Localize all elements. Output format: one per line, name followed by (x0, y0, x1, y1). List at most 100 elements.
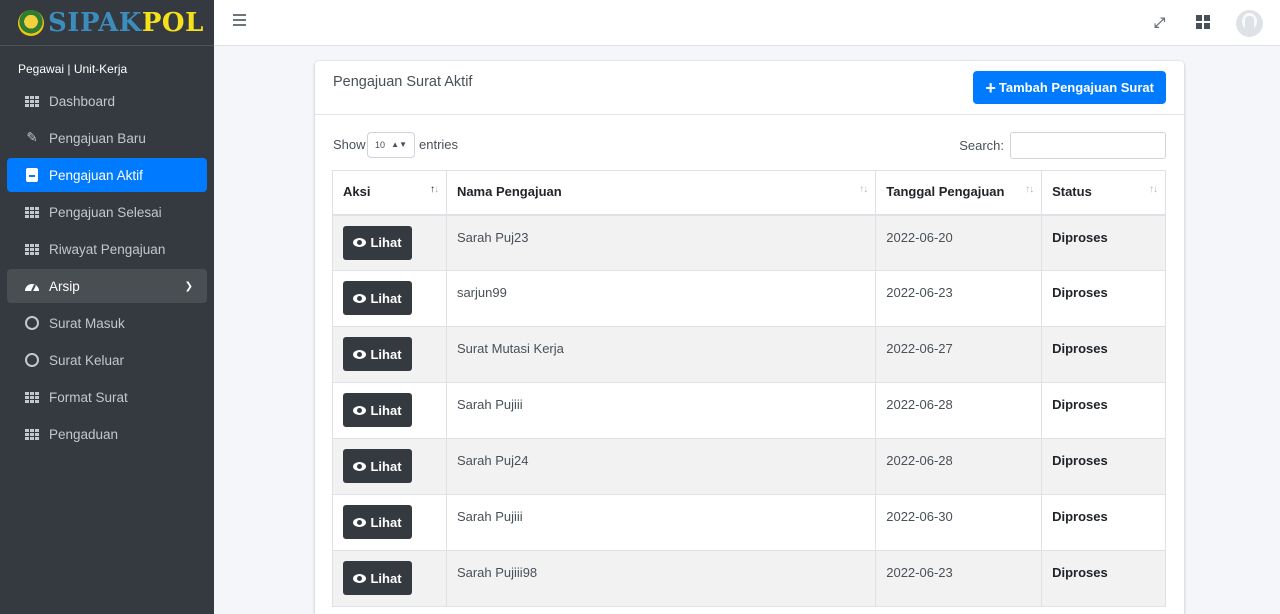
column-header-tanggal[interactable]: Tanggal Pengajuan ↑↓ (875, 170, 1043, 216)
page-title: Pengajuan Surat Aktif (333, 74, 473, 90)
sidebar-item-label: Arsip (49, 278, 80, 294)
sidebar-item-pengajuan-aktif[interactable]: Pengajuan Aktif (7, 158, 207, 192)
sidebar-item-riwayat-pengajuan[interactable]: Riwayat Pengajuan (7, 232, 207, 266)
sort-icon: ↑↓ (1025, 184, 1034, 195)
document-icon (24, 168, 40, 182)
column-header-nama[interactable]: Nama Pengajuan ↑↓ (445, 170, 877, 216)
circle-icon (24, 316, 40, 330)
sidebar-nav: Dashboard ✎ Pengajuan Baru Pengajuan Akt… (7, 84, 207, 454)
view-button-label: Lihat (370, 514, 402, 530)
nama-cell: Sarah Pujiii (445, 494, 877, 551)
action-cell: Lihat (332, 550, 447, 607)
tanggal-cell: 2022-06-23 (875, 550, 1043, 607)
entries-select[interactable]: 10 ▲▼ (367, 132, 415, 158)
search-input[interactable] (1010, 132, 1166, 159)
sidebar-item-label: Dashboard (49, 93, 116, 109)
action-cell: Lihat (332, 382, 447, 439)
action-cell: Lihat (332, 214, 447, 271)
view-button-label: Lihat (370, 290, 402, 306)
table-row: Lihat Sarah Puj23 2022-06-20 Diproses (332, 214, 1166, 271)
tanggal-cell: 2022-06-30 (875, 494, 1043, 551)
sort-icon: ↑↓ (859, 184, 868, 195)
sidebar-item-dashboard[interactable]: Dashboard (7, 84, 207, 118)
chevron-down-icon: ❯ (184, 280, 193, 292)
dashboard-gauge-icon (24, 279, 40, 293)
sidebar-item-format-surat[interactable]: Format Surat (7, 380, 207, 414)
show-label: Show (333, 137, 366, 152)
tanggal-cell: 2022-06-28 (875, 382, 1043, 439)
table-controls: Show 10 ▲▼ entries Search: (333, 132, 1166, 160)
card-header: Pengajuan Surat Aktif + Tambah Pengajuan… (315, 61, 1184, 115)
action-cell: Lihat (332, 494, 447, 551)
table-row: Lihat Surat Mutasi Kerja 2022-06-27 Diprose… (332, 326, 1166, 383)
nama-cell: sarjun99 (445, 270, 877, 327)
brand-logo-icon (18, 9, 44, 36)
brand-link[interactable]: SIPAKPOL (0, 0, 214, 46)
sort-icon: ↑↓ (429, 184, 439, 195)
add-submission-button[interactable]: + Tambah Pengajuan Surat (973, 71, 1166, 104)
action-cell: Lihat (332, 438, 447, 495)
select-arrows-icon: ▲▼ (391, 140, 407, 149)
brand-name: SIPAKPOL (48, 7, 204, 38)
sidebar-item-pengajuan-selesai[interactable]: Pengajuan Selesai (7, 195, 207, 229)
eye-icon (353, 573, 367, 583)
tanggal-cell: 2022-06-20 (875, 214, 1043, 271)
status-cell: Diproses (1041, 326, 1166, 383)
fullscreen-icon[interactable]: ⤢ (1154, 14, 1165, 31)
menu-toggle-icon[interactable] (233, 14, 246, 29)
nama-cell: Sarah Puj23 (445, 214, 877, 271)
view-button[interactable]: Lihat (343, 449, 412, 483)
nama-cell: Sarah Puj24 (445, 438, 877, 495)
nama-cell: Sarah Pujiii98 (445, 550, 877, 607)
view-button[interactable]: Lihat (343, 393, 412, 427)
grid-icon (24, 95, 40, 107)
sidebar-item-label: Pengajuan Selesai (49, 204, 162, 220)
submissions-table: Aksi ↑↓ Nama Pengajuan ↑↓ Tanggal Pengajua… (332, 170, 1166, 607)
sidebar-item-arsip[interactable]: Arsip ❯ (7, 269, 207, 303)
avatar[interactable] (1236, 10, 1263, 37)
table-row: Lihat Sarah Puj24 2022-06-28 Diproses (332, 438, 1166, 495)
table-row: Lihat Sarah Pujiii 2022-06-30 Diproses (332, 494, 1166, 551)
column-header-aksi[interactable]: Aksi ↑↓ (332, 170, 447, 216)
status-cell: Diproses (1041, 550, 1166, 607)
nama-cell: Surat Mutasi Kerja (445, 326, 877, 383)
view-button[interactable]: Lihat (343, 337, 412, 371)
plus-icon: + (985, 77, 996, 98)
sidebar-item-label: Surat Masuk (49, 315, 125, 331)
view-button-label: Lihat (370, 570, 402, 586)
table-row: Lihat Sarah Pujiii98 2022-06-23 Diproses (332, 550, 1166, 607)
tanggal-cell: 2022-06-23 (875, 270, 1043, 327)
search-label: Search: (959, 138, 1004, 153)
user-role-label: Pegawai | Unit-Kerja (18, 62, 128, 76)
view-button[interactable]: Lihat (343, 561, 412, 595)
active-submissions-card: Pengajuan Surat Aktif + Tambah Pengajuan… (315, 61, 1184, 614)
action-cell: Lihat (332, 326, 447, 383)
eye-icon (353, 293, 367, 303)
eye-icon (353, 405, 367, 415)
status-cell: Diproses (1041, 270, 1166, 327)
eye-icon (353, 238, 367, 247)
circle-icon (24, 353, 40, 367)
sidebar-item-label: Riwayat Pengajuan (49, 241, 166, 257)
sidebar-item-label: Pengajuan Baru (49, 130, 146, 146)
eye-icon (353, 517, 367, 527)
sidebar-item-surat-masuk[interactable]: Surat Masuk (7, 306, 207, 340)
view-button-label: Lihat (370, 346, 402, 362)
view-button[interactable]: Lihat (343, 281, 412, 315)
status-cell: Diproses (1041, 494, 1166, 551)
table-header-row: Aksi ↑↓ Nama Pengajuan ↑↓ Tanggal Pengajua… (332, 170, 1166, 216)
grid-icon (24, 243, 40, 255)
action-cell: Lihat (332, 270, 447, 327)
column-header-status[interactable]: Status ↑↓ (1041, 170, 1166, 216)
sort-icon: ↑↓ (1149, 184, 1158, 195)
apps-grid-icon[interactable] (1196, 15, 1210, 29)
sidebar-item-pengajuan-baru[interactable]: ✎ Pengajuan Baru (7, 121, 207, 155)
sidebar: SIPAKPOL Pegawai | Unit-Kerja Dashboard … (0, 0, 214, 614)
view-button[interactable]: Lihat (343, 505, 412, 539)
tanggal-cell: 2022-06-28 (875, 438, 1043, 495)
sidebar-item-surat-keluar[interactable]: Surat Keluar (7, 343, 207, 377)
sidebar-item-pengaduan[interactable]: Pengaduan (7, 417, 207, 451)
status-cell: Diproses (1041, 438, 1166, 495)
status-cell: Diproses (1041, 214, 1166, 271)
view-button[interactable]: Lihat (343, 225, 412, 260)
